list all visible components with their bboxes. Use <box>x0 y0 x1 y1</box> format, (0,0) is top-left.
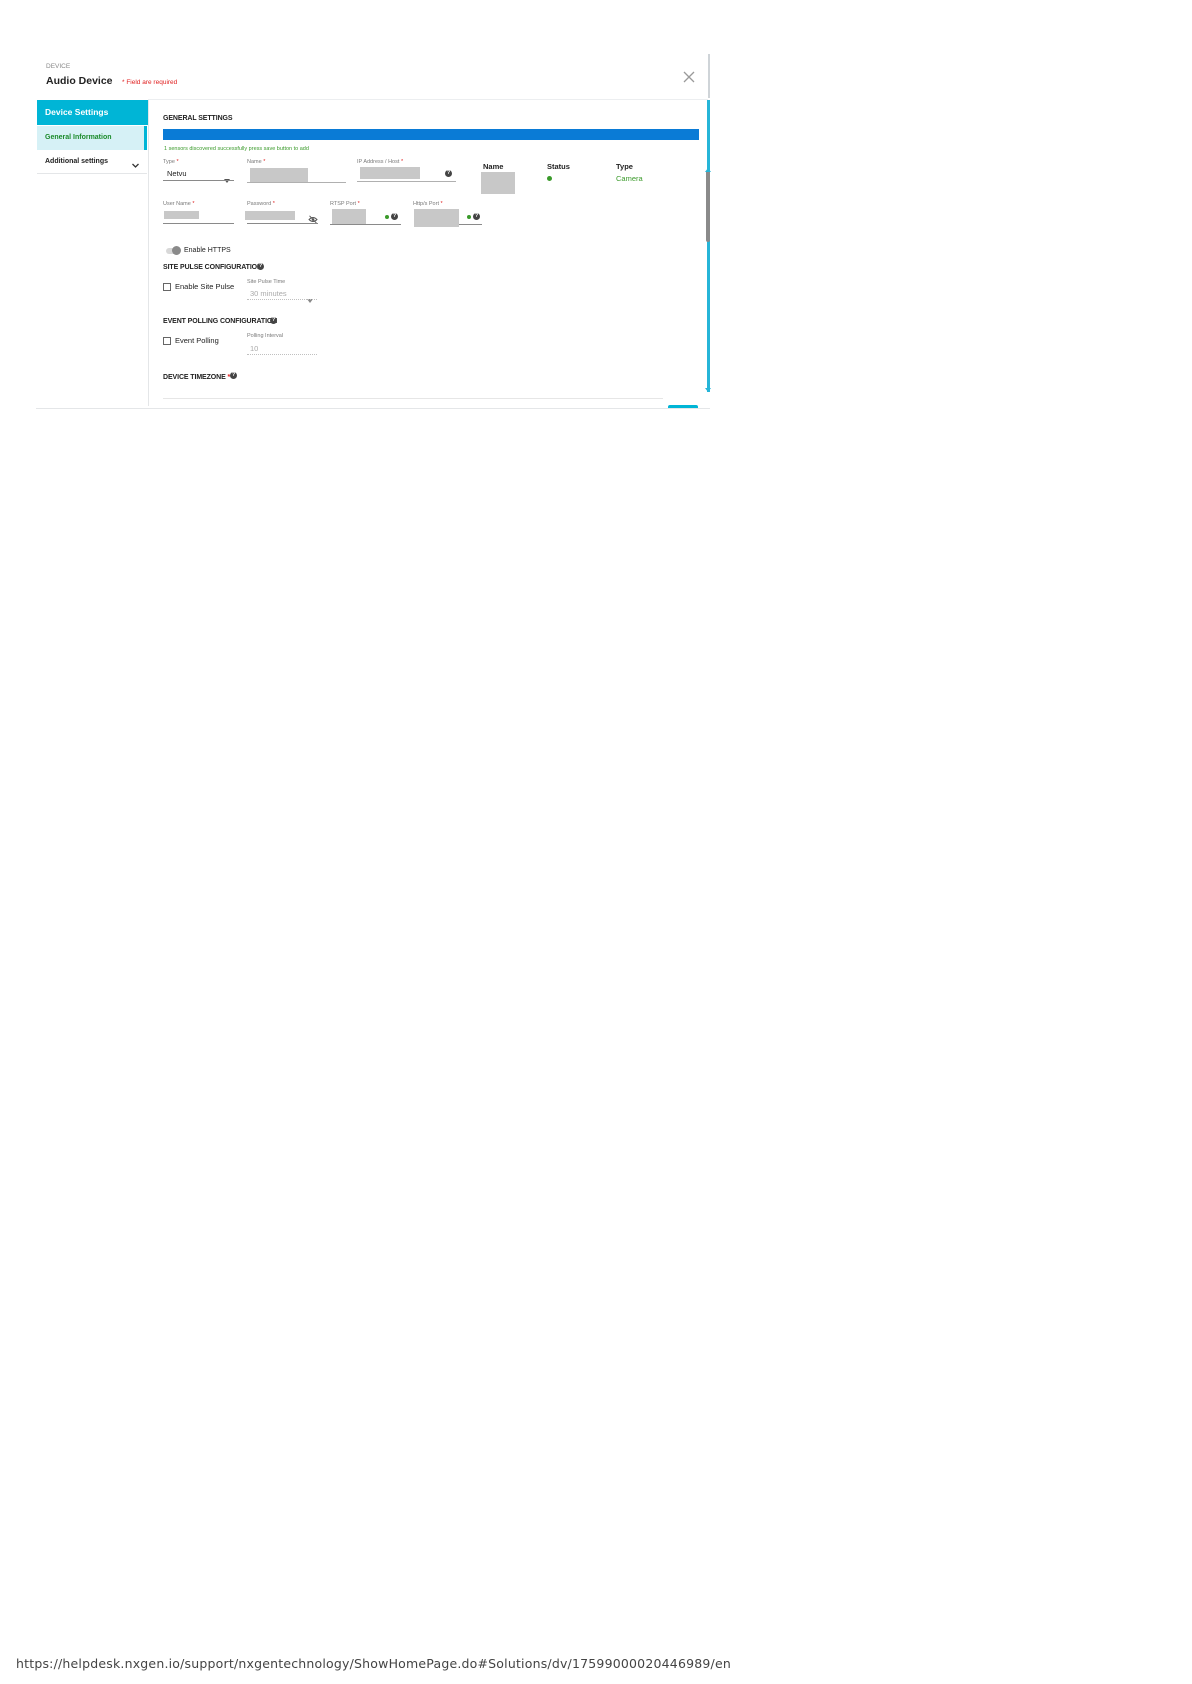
breadcrumb: DEVICE <box>46 63 71 70</box>
sidebar-item-general-information[interactable]: General Information <box>37 126 147 150</box>
scrollbar-thumb[interactable] <box>706 170 710 242</box>
dialog-edge <box>708 54 710 98</box>
rtsp-port-label: RTSP Port * <box>330 201 360 207</box>
ip-underline <box>357 181 456 182</box>
success-message: 1 sensors discovered successfully press … <box>164 146 309 152</box>
scroll-down-icon[interactable] <box>705 380 711 392</box>
eye-off-icon[interactable] <box>308 211 318 224</box>
password-input[interactable] <box>245 211 295 220</box>
status-dot <box>467 215 471 219</box>
help-icon[interactable]: ? <box>391 213 398 220</box>
username-underline <box>163 223 234 224</box>
status-dot <box>385 215 389 219</box>
timezone-underline <box>163 398 663 399</box>
site-pulse-checkbox[interactable] <box>163 283 171 291</box>
event-polling-checkbox[interactable] <box>163 337 171 345</box>
polling-interval-underline <box>247 354 317 355</box>
name-underline <box>247 182 346 183</box>
status-online-dot <box>547 176 552 181</box>
caret-down-icon[interactable] <box>307 291 313 303</box>
caret-down-icon[interactable] <box>224 171 230 183</box>
header-divider <box>148 99 708 100</box>
scroll-up-icon[interactable] <box>705 160 711 172</box>
chevron-down-icon[interactable] <box>131 157 140 168</box>
page-url: https://helpdesk.nxgen.io/support/nxgent… <box>16 1656 731 1671</box>
username-input[interactable] <box>164 211 199 219</box>
sensor-col-status: Status <box>547 162 570 171</box>
ip-input[interactable] <box>360 167 420 179</box>
name-label: Name * <box>247 159 266 165</box>
site-pulse-time-label: Site Pulse Time <box>247 279 286 285</box>
rtsp-port-input[interactable] <box>332 209 366 224</box>
username-label: User Name * <box>163 201 195 207</box>
progress-bar <box>163 129 699 140</box>
sensor-col-name: Name <box>483 162 504 171</box>
enable-https-label: Enable HTTPS <box>184 247 231 254</box>
event-polling-label: Event Polling <box>175 336 219 345</box>
close-icon[interactable] <box>683 70 695 83</box>
device-timezone-title: DEVICE TIMEZONE * <box>163 374 231 381</box>
general-settings-title: GENERAL SETTINGS <box>163 115 233 122</box>
event-polling-title: EVENT POLLING CONFIGURATION <box>163 318 278 325</box>
rtsp-underline <box>330 224 401 225</box>
help-icon[interactable]: ? <box>445 170 452 177</box>
site-pulse-underline <box>247 299 317 300</box>
https-port-input[interactable] <box>414 209 459 227</box>
site-pulse-time-select[interactable]: 30 minutes <box>250 289 287 298</box>
dialog-bottom-edge <box>36 408 710 409</box>
help-icon[interactable]: ? <box>230 372 237 379</box>
https-underline <box>459 224 482 225</box>
password-label: Password * <box>247 201 275 207</box>
scrollbar-track[interactable] <box>707 100 710 392</box>
help-icon[interactable]: ? <box>257 263 264 270</box>
type-label: Type * <box>163 159 179 165</box>
polling-interval-label: Polling Interval <box>247 333 284 339</box>
site-pulse-title: SITE PULSE CONFIGURATION <box>163 264 262 271</box>
type-underline <box>163 180 234 181</box>
page-title: Audio Device <box>46 75 113 87</box>
sensor-name-cell <box>481 172 515 194</box>
help-icon[interactable]: ? <box>473 213 480 220</box>
sensor-col-type: Type <box>616 162 633 171</box>
sensor-type-cell: Camera <box>616 174 643 183</box>
password-underline <box>247 223 318 224</box>
polling-interval-input[interactable]: 10 <box>250 344 258 353</box>
ip-label: IP Address / Host * <box>357 159 404 165</box>
type-select-value[interactable]: Netvu <box>167 169 187 178</box>
help-icon[interactable]: ? <box>270 317 277 324</box>
name-input[interactable] <box>250 168 308 182</box>
required-note: * Field are required <box>122 79 178 86</box>
https-port-label: Http/s Port * <box>413 201 443 207</box>
sidebar-header: Device Settings <box>37 100 148 125</box>
site-pulse-label: Enable Site Pulse <box>175 282 235 291</box>
https-toggle-knob[interactable] <box>172 246 181 255</box>
